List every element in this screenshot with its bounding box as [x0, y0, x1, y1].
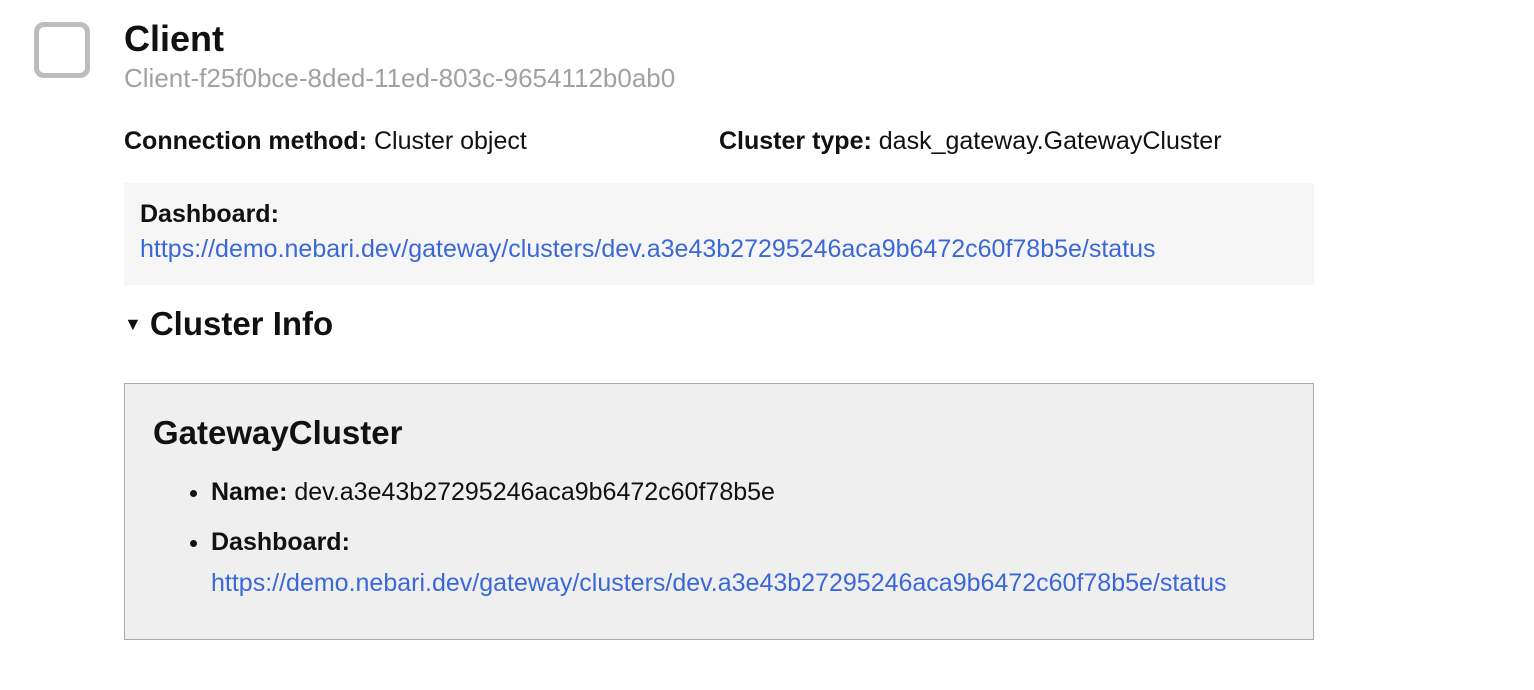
connection-method-value: Cluster object — [374, 127, 527, 155]
content-area: Connection method: Cluster object Cluste… — [124, 124, 1314, 640]
cluster-info-summary[interactable]: ▼ Cluster Info — [124, 305, 1314, 343]
cluster-panel-title: GatewayCluster — [153, 414, 1285, 452]
client-id: Client-f25f0bce-8ded-11ed-803c-9654112b0… — [124, 63, 675, 94]
client-icon — [30, 18, 94, 82]
list-item: Dashboard: https://demo.nebari.dev/gatew… — [211, 524, 1285, 603]
title-block: Client Client-f25f0bce-8ded-11ed-803c-96… — [124, 18, 675, 94]
cluster-dashboard-label: Dashboard: — [211, 528, 350, 556]
square-icon — [34, 22, 90, 78]
cluster-info-title: Cluster Info — [150, 305, 333, 343]
dashboard-label: Dashboard: — [140, 197, 1298, 232]
header-row: Client Client-f25f0bce-8ded-11ed-803c-96… — [30, 18, 1504, 94]
cluster-type-label: Cluster type: — [719, 127, 872, 155]
connection-method-col: Connection method: Cluster object — [124, 124, 719, 159]
cluster-type-col: Cluster type: dask_gateway.GatewayCluste… — [719, 124, 1314, 159]
cluster-info-details[interactable]: ▼ Cluster Info GatewayCluster Name: dev.… — [124, 305, 1314, 640]
connection-method-label: Connection method: — [124, 127, 367, 155]
name-value: dev.a3e43b27295246aca9b6472c60f78b5e — [294, 478, 775, 506]
name-label: Name: — [211, 478, 287, 506]
dashboard-link[interactable]: https://demo.nebari.dev/gateway/clusters… — [140, 235, 1156, 263]
cluster-dashboard-link[interactable]: https://demo.nebari.dev/gateway/clusters… — [211, 569, 1227, 597]
client-title: Client — [124, 18, 675, 59]
cluster-type-value: dask_gateway.GatewayCluster — [879, 127, 1222, 155]
cluster-info-section: ▼ Cluster Info GatewayCluster Name: dev.… — [124, 305, 1314, 640]
cluster-info-list: Name: dev.a3e43b27295246aca9b6472c60f78b… — [211, 474, 1285, 603]
dashboard-box: Dashboard: https://demo.nebari.dev/gatew… — [124, 183, 1314, 285]
caret-down-icon: ▼ — [124, 315, 142, 333]
connection-info-row: Connection method: Cluster object Cluste… — [124, 124, 1314, 159]
list-item: Name: dev.a3e43b27295246aca9b6472c60f78b… — [211, 474, 1285, 512]
cluster-panel: GatewayCluster Name: dev.a3e43b27295246a… — [124, 383, 1314, 640]
